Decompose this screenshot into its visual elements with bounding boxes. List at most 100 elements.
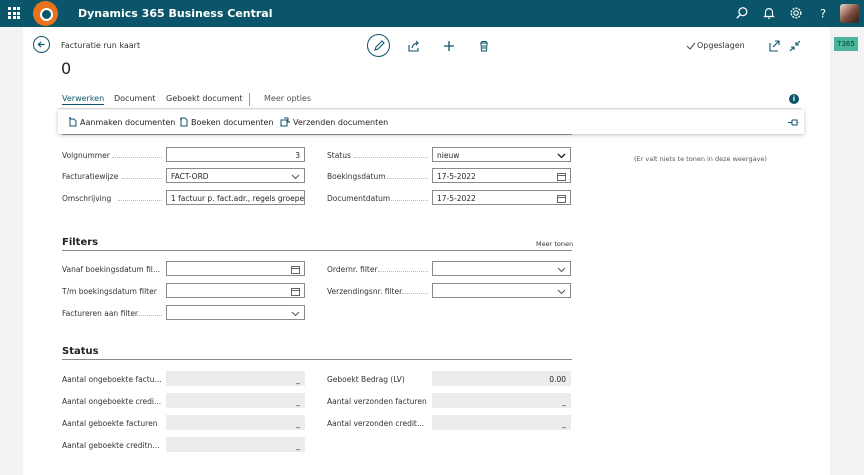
ordernr-filter-field[interactable] <box>432 261 571 276</box>
status-select[interactable]: nieuw <box>432 147 571 162</box>
factureren-aan-filter-field[interactable] <box>166 305 305 320</box>
checkmark-icon <box>686 42 696 50</box>
dotted-leader <box>122 178 162 179</box>
verzonden-credit-label: Aantal verzonden credit... <box>327 419 425 428</box>
status-value: nieuw <box>437 151 460 160</box>
facturatiewijze-value: FACT-ORD <box>171 172 209 181</box>
calendar-icon[interactable] <box>557 194 566 203</box>
saved-status: Opgeslagen <box>697 41 745 50</box>
info-icon[interactable]: i <box>789 94 799 104</box>
search-icon[interactable] <box>735 6 749 20</box>
tab-verwerken[interactable]: Verwerken <box>62 94 104 103</box>
factureren-aan-filter-label: Factureren aan filter <box>62 309 139 318</box>
omschrijving-label: Omschrijving <box>62 194 112 203</box>
verzonden-facturen-label: Aantal verzonden facturen <box>327 397 427 406</box>
general-section-line <box>62 134 572 135</box>
factbox-empty-message: (Er valt niets te tonen in deze weergave… <box>634 155 767 163</box>
documentdatum-field[interactable]: 17-5-2022 <box>432 190 571 205</box>
verzendingsnr-filter-label: Verzendingsnr. filter <box>327 287 403 296</box>
user-avatar[interactable] <box>840 4 859 23</box>
boekingsdatum-label: Boekingsdatum <box>327 172 386 181</box>
tab-document[interactable]: Document <box>114 94 155 103</box>
dotted-leader <box>388 200 428 201</box>
dotted-leader <box>384 178 428 179</box>
chevron-down-icon <box>557 289 566 295</box>
tab-meer-opties[interactable]: Meer opties <box>264 94 311 103</box>
boeken-documenten-button[interactable]: Boeken documenten <box>179 117 274 127</box>
verzonden-facturen-value[interactable]: _ <box>432 393 571 408</box>
calendar-icon[interactable] <box>291 287 300 296</box>
dotted-leader <box>378 271 428 272</box>
vanaf-boekingsdatum-field[interactable] <box>166 261 305 276</box>
svg-text:?: ? <box>820 6 826 20</box>
filters-section-line <box>62 250 572 251</box>
ongeboekte-facturen-label: Aantal ongeboekte factu... <box>62 375 162 384</box>
collapse-icon[interactable] <box>788 39 802 53</box>
geboekt-bedrag-label: Geboekt Bedrag (LV) <box>327 375 405 384</box>
add-icon[interactable] <box>442 39 456 53</box>
tm-boekingsdatum-field[interactable] <box>166 283 305 298</box>
send-document-icon <box>280 117 290 127</box>
omschrijving-field[interactable]: 1 factuur p. fact.adr., regels groeperen <box>166 190 305 205</box>
vanaf-boekingsdatum-label: Vanaf boekingsdatum fil... <box>62 265 161 274</box>
calendar-icon[interactable] <box>557 172 566 181</box>
facturatiewijze-field[interactable]: FACT-ORD <box>166 168 305 183</box>
ordernr-filter-label: Ordernr. filter <box>327 265 378 274</box>
delete-icon[interactable] <box>477 39 491 53</box>
tm-boekingsdatum-label: T/m boekingsdatum filter <box>62 287 157 296</box>
app-title: Dynamics 365 Business Central <box>78 7 273 20</box>
gear-icon[interactable] <box>789 6 803 20</box>
chevron-down-icon <box>291 311 300 317</box>
aanmaken-documenten-button[interactable]: Aanmaken documenten <box>68 117 175 127</box>
calendar-icon[interactable] <box>291 265 300 274</box>
help-icon[interactable]: ? <box>816 6 830 20</box>
status-section-line <box>62 359 572 360</box>
tab-geboekt-document[interactable]: Geboekt document <box>166 94 243 103</box>
environment-tag: T365 <box>834 37 858 51</box>
geboekte-credit-label: Aantal geboekte creditn... <box>62 441 160 450</box>
page-caption: Facturatie run kaart <box>61 41 141 50</box>
tabs-underline <box>58 108 801 109</box>
aanmaken-documenten-label: Aanmaken documenten <box>80 118 176 127</box>
bell-icon[interactable] <box>762 6 776 20</box>
pencil-icon <box>374 40 385 51</box>
volgnummer-label: Volgnummer <box>62 151 110 160</box>
chevron-down-icon <box>291 174 300 180</box>
share-icon[interactable] <box>407 39 421 53</box>
tab-divider <box>249 93 250 106</box>
dotted-leader <box>112 157 162 158</box>
boekingsdatum-field[interactable]: 17-5-2022 <box>432 168 571 183</box>
top-bar: Dynamics 365 Business Central ? <box>0 0 864 27</box>
open-new-window-icon[interactable] <box>768 39 782 53</box>
app-launcher-icon[interactable] <box>8 7 20 19</box>
verzenden-documenten-label: Verzenden documenten <box>293 118 389 127</box>
create-document-icon <box>69 117 77 127</box>
ongeboekte-credit-value[interactable]: _ <box>166 393 305 408</box>
action-bar: Aanmaken documenten Boeken documenten Ve… <box>58 110 804 134</box>
geboekte-facturen-value[interactable]: _ <box>166 415 305 430</box>
documentdatum-value: 17-5-2022 <box>437 194 476 203</box>
page-title: 0 <box>61 59 72 78</box>
facturatiewijze-label: Facturatiewijze <box>62 172 119 181</box>
geboekt-bedrag-value[interactable]: 0.00 <box>432 371 571 386</box>
verzonden-credit-value[interactable]: _ <box>432 415 571 430</box>
ongeboekte-credit-label: Aantal ongeboekte credi... <box>62 397 162 406</box>
chevron-down-icon <box>557 267 566 273</box>
back-arrow-icon[interactable] <box>33 36 50 53</box>
geboekte-credit-value[interactable]: _ <box>166 437 305 452</box>
pin-icon[interactable] <box>787 118 799 127</box>
meer-tonen-link[interactable]: Meer tonen <box>536 240 573 248</box>
status-label: Status <box>327 151 351 160</box>
verzenden-documenten-button[interactable]: Verzenden documenten <box>280 117 388 127</box>
volgnummer-field[interactable]: 3 <box>166 147 305 162</box>
company-logo <box>33 1 58 26</box>
boekingsdatum-value: 17-5-2022 <box>437 172 476 181</box>
verzendingsnr-filter-field[interactable] <box>432 283 571 298</box>
documentdatum-label: Documentdatum <box>327 194 391 203</box>
dotted-leader <box>402 293 428 294</box>
boeken-documenten-label: Boeken documenten <box>191 118 274 127</box>
ongeboekte-facturen-value[interactable]: _ <box>166 371 305 386</box>
dotted-leader <box>354 157 428 158</box>
dotted-leader <box>118 200 162 201</box>
post-document-icon <box>180 117 188 127</box>
